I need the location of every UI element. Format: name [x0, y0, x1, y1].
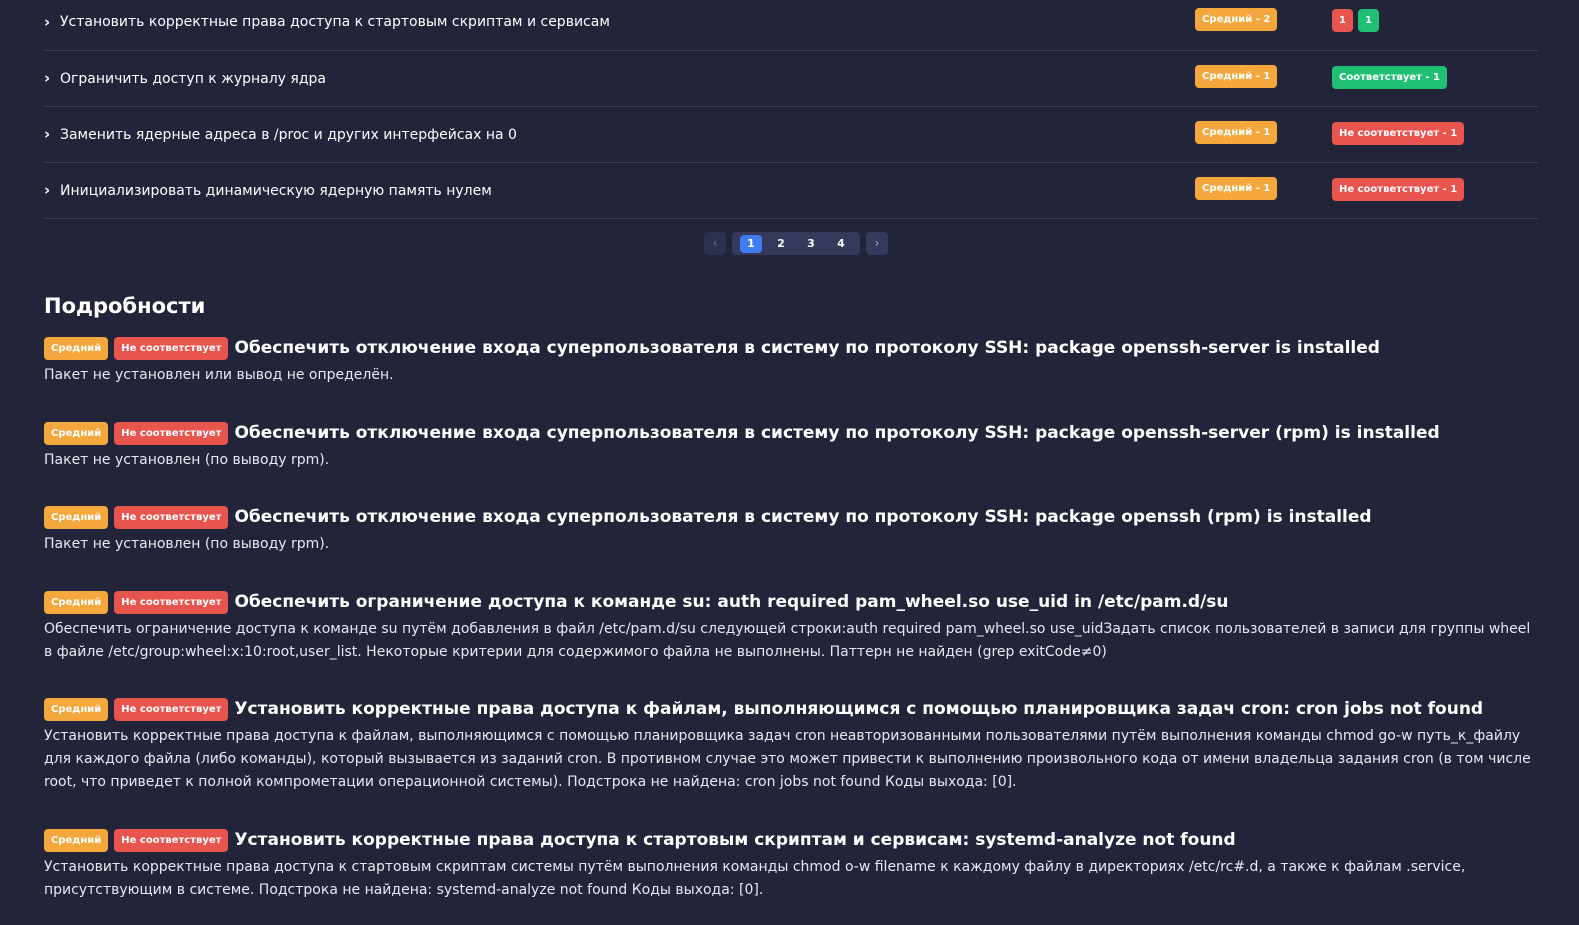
status-badge: Не соответствует	[114, 336, 229, 360]
detail-header: Средний Не соответствует Обеспечить откл…	[44, 420, 1534, 446]
rule-title: Установить корректные права доступа к ст…	[60, 14, 610, 30]
chevron-right-icon[interactable]: ›	[44, 127, 58, 142]
detail-description: Пакет не установлен или вывод не определ…	[44, 367, 394, 383]
prev-page-button[interactable]: ‹	[704, 232, 726, 255]
result-cell: Соответствует - 1	[1332, 65, 1452, 89]
page-button-1[interactable]: 1	[740, 234, 762, 253]
status-badge: Не соответствует	[114, 590, 229, 614]
detail-header: Средний Не соответствует Установить корр…	[44, 696, 1534, 722]
detail-header: Средний Не соответствует Установить корр…	[44, 827, 1534, 853]
rules-table: › Установить корректные права доступа к …	[44, 0, 1538, 219]
result-cell: Не соответствует - 1	[1332, 177, 1469, 201]
detail-header: Средний Не соответствует Обеспечить откл…	[44, 335, 1534, 361]
status-badge: Не соответствует	[114, 421, 229, 445]
detail-description: Пакет не установлен (по выводу rpm).	[44, 452, 330, 468]
severity-badge: Средний	[44, 505, 109, 529]
severity-badge: Средний - 1	[1195, 177, 1278, 200]
severity-badge: Средний - 1	[1195, 121, 1278, 144]
detail-header: Средний Не соответствует Обеспечить откл…	[44, 504, 1534, 530]
details-heading: Подробности	[44, 294, 206, 318]
detail-item: Средний Не соответствует Обеспечить огра…	[44, 589, 1534, 664]
status-badge: Не соответствует - 1	[1332, 178, 1465, 201]
result-cell: Не соответствует - 1	[1332, 121, 1469, 145]
chevron-right-icon[interactable]: ›	[44, 183, 58, 198]
detail-description: Установить корректные права доступа к фа…	[44, 728, 1531, 790]
detail-title: Установить корректные права доступа к ст…	[234, 830, 1236, 850]
chevron-right-icon[interactable]: ›	[44, 71, 58, 86]
severity-badge: Средний	[44, 336, 109, 360]
severity-badge: Средний	[44, 697, 109, 721]
detail-description: Обеспечить ограничение доступа к команде…	[44, 621, 1531, 660]
detail-description: Установить корректные права доступа к ст…	[44, 859, 1466, 898]
detail-description: Пакет не установлен (по выводу rpm).	[44, 536, 330, 552]
detail-title: Обеспечить отключение входа суперпользов…	[234, 423, 1440, 443]
detail-item: Средний Не соответствует Обеспечить откл…	[44, 504, 1534, 556]
status-badge: Соответствует - 1	[1332, 66, 1448, 89]
status-badge: Не соответствует	[114, 505, 229, 529]
severity-badge: Средний	[44, 421, 109, 445]
detail-title: Обеспечить отключение входа суперпользов…	[234, 507, 1372, 527]
table-row[interactable]: › Заменить ядерные адреса в /proc и друг…	[44, 107, 1538, 163]
detail-item: Средний Не соответствует Обеспечить откл…	[44, 420, 1534, 472]
result-cell: 11	[1332, 8, 1384, 32]
detail-item: Средний Не соответствует Установить корр…	[44, 827, 1534, 902]
status-badge: Не соответствует - 1	[1332, 122, 1465, 145]
rule-title: Ограничить доступ к журналу ядра	[60, 71, 326, 87]
detail-title: Установить корректные права доступа к фа…	[234, 699, 1484, 719]
page: › Установить корректные права доступа к …	[0, 0, 1579, 925]
rule-title: Заменить ядерные адреса в /proc и других…	[60, 127, 517, 143]
detail-item: Средний Не соответствует Установить корр…	[44, 696, 1534, 794]
severity-badge: Средний	[44, 590, 109, 614]
next-page-button[interactable]: ›	[866, 232, 888, 255]
table-row[interactable]: › Установить корректные права доступа к …	[44, 0, 1538, 51]
pagination: ‹ 1 2 3 4 ›	[704, 232, 888, 255]
status-badge: Не соответствует	[114, 828, 229, 852]
severity-badge: Средний - 2	[1195, 8, 1278, 31]
page-numbers: 1 2 3 4	[732, 232, 860, 255]
page-button-2[interactable]: 2	[770, 235, 792, 253]
page-button-3[interactable]: 3	[800, 235, 822, 253]
detail-item: Средний Не соответствует Обеспечить откл…	[44, 335, 1534, 387]
fail-count-badge: 1	[1332, 9, 1353, 32]
chevron-right-icon[interactable]: ›	[44, 15, 58, 30]
table-row[interactable]: › Инициализировать динамическую ядерную …	[44, 163, 1538, 219]
pass-count-badge: 1	[1357, 9, 1379, 32]
detail-title: Обеспечить отключение входа суперпользов…	[234, 338, 1380, 358]
detail-header: Средний Не соответствует Обеспечить огра…	[44, 589, 1534, 615]
status-badge: Не соответствует	[114, 697, 229, 721]
rule-title: Инициализировать динамическую ядерную па…	[60, 183, 492, 199]
table-row[interactable]: › Ограничить доступ к журналу ядра Средн…	[44, 51, 1538, 107]
detail-title: Обеспечить ограничение доступа к команде…	[234, 592, 1229, 612]
severity-badge: Средний	[44, 828, 109, 852]
severity-badge: Средний - 1	[1195, 65, 1278, 88]
page-button-4[interactable]: 4	[830, 235, 852, 253]
